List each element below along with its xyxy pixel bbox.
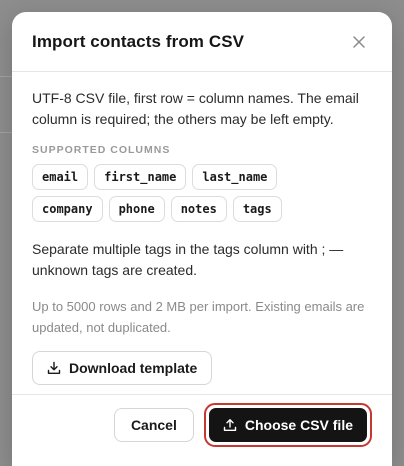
dialog-body: UTF-8 CSV file, first row = column names…: [12, 72, 392, 385]
column-chip: company: [32, 196, 103, 222]
supported-columns-label: SUPPORTED COLUMNS: [32, 144, 171, 156]
column-chip: tags: [232, 196, 282, 222]
limits-note: Up to 5000 rows and 2 MB per import. Exi…: [32, 299, 365, 335]
download-icon: [47, 361, 61, 375]
choose-csv-file-label: Choose CSV file: [244, 417, 353, 433]
close-button[interactable]: [346, 29, 372, 55]
background-divider: [0, 132, 12, 133]
dialog-title: Import contacts from CSV: [32, 31, 245, 51]
background-divider: [0, 76, 12, 77]
column-chip: first_name: [94, 164, 187, 190]
supported-columns-list: email first_name last_name company phone…: [32, 164, 352, 222]
dialog-footer: Cancel Choose CSV file: [12, 394, 392, 466]
download-template-button[interactable]: Download template: [32, 351, 213, 385]
tags-note: Separate multiple tags in the tags colum…: [32, 241, 344, 278]
choose-csv-file-button[interactable]: Choose CSV file: [208, 408, 367, 442]
import-contacts-dialog: Import contacts from CSV UTF-8 CSV file,…: [12, 12, 392, 466]
cancel-button[interactable]: Cancel: [113, 408, 194, 442]
column-chip: notes: [170, 196, 227, 222]
column-chip: phone: [108, 196, 165, 222]
download-template-label: Download template: [69, 360, 198, 376]
intro-text: UTF-8 CSV file, first row = column names…: [32, 90, 359, 127]
column-chip: email: [32, 164, 89, 190]
close-icon: [353, 35, 365, 48]
choose-file-focus-ring: Choose CSV file: [203, 403, 372, 447]
upload-icon: [223, 418, 237, 432]
dialog-header: Import contacts from CSV: [12, 12, 392, 72]
column-chip: last_name: [192, 164, 278, 190]
